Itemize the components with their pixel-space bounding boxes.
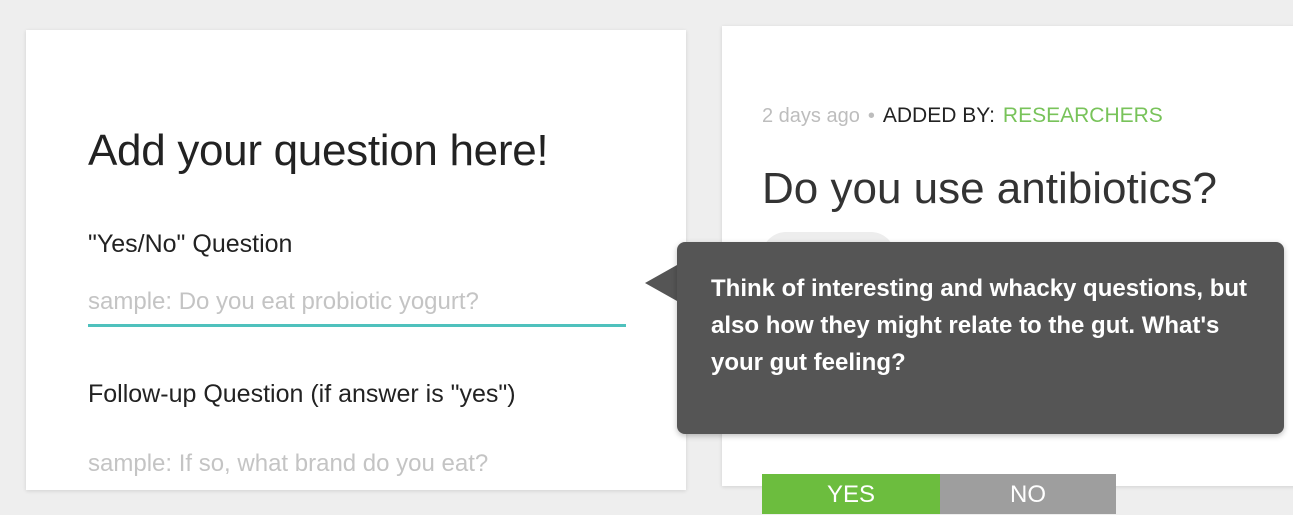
added-by-label: ADDED BY: (882, 104, 995, 127)
hint-tooltip: Think of interesting and whacky question… (677, 242, 1284, 434)
followup-question-input[interactable] (88, 446, 626, 482)
time-ago: 2 days ago (762, 105, 860, 127)
yesno-input-underline (88, 324, 626, 327)
yesno-question-input[interactable] (88, 284, 626, 320)
added-by-author[interactable]: RESEARCHERS (1003, 104, 1163, 127)
yesno-question-label: "Yes/No" Question (88, 230, 293, 258)
followup-question-label: Follow-up Question (if answer is "yes") (88, 380, 516, 408)
tooltip-text: Think of interesting and whacky question… (711, 275, 1248, 376)
yes-button[interactable]: YES (762, 474, 940, 514)
separator-dot: • (867, 105, 875, 127)
no-button[interactable]: NO (940, 474, 1116, 514)
question-title: Do you use antibiotics? (762, 164, 1217, 213)
question-meta: 2 days ago • ADDED BY: RESEARCHERS (762, 104, 1163, 128)
add-question-title: Add your question here! (88, 126, 549, 175)
add-question-card: Add your question here! "Yes/No" Questio… (26, 30, 686, 490)
tooltip-arrow (645, 265, 677, 301)
